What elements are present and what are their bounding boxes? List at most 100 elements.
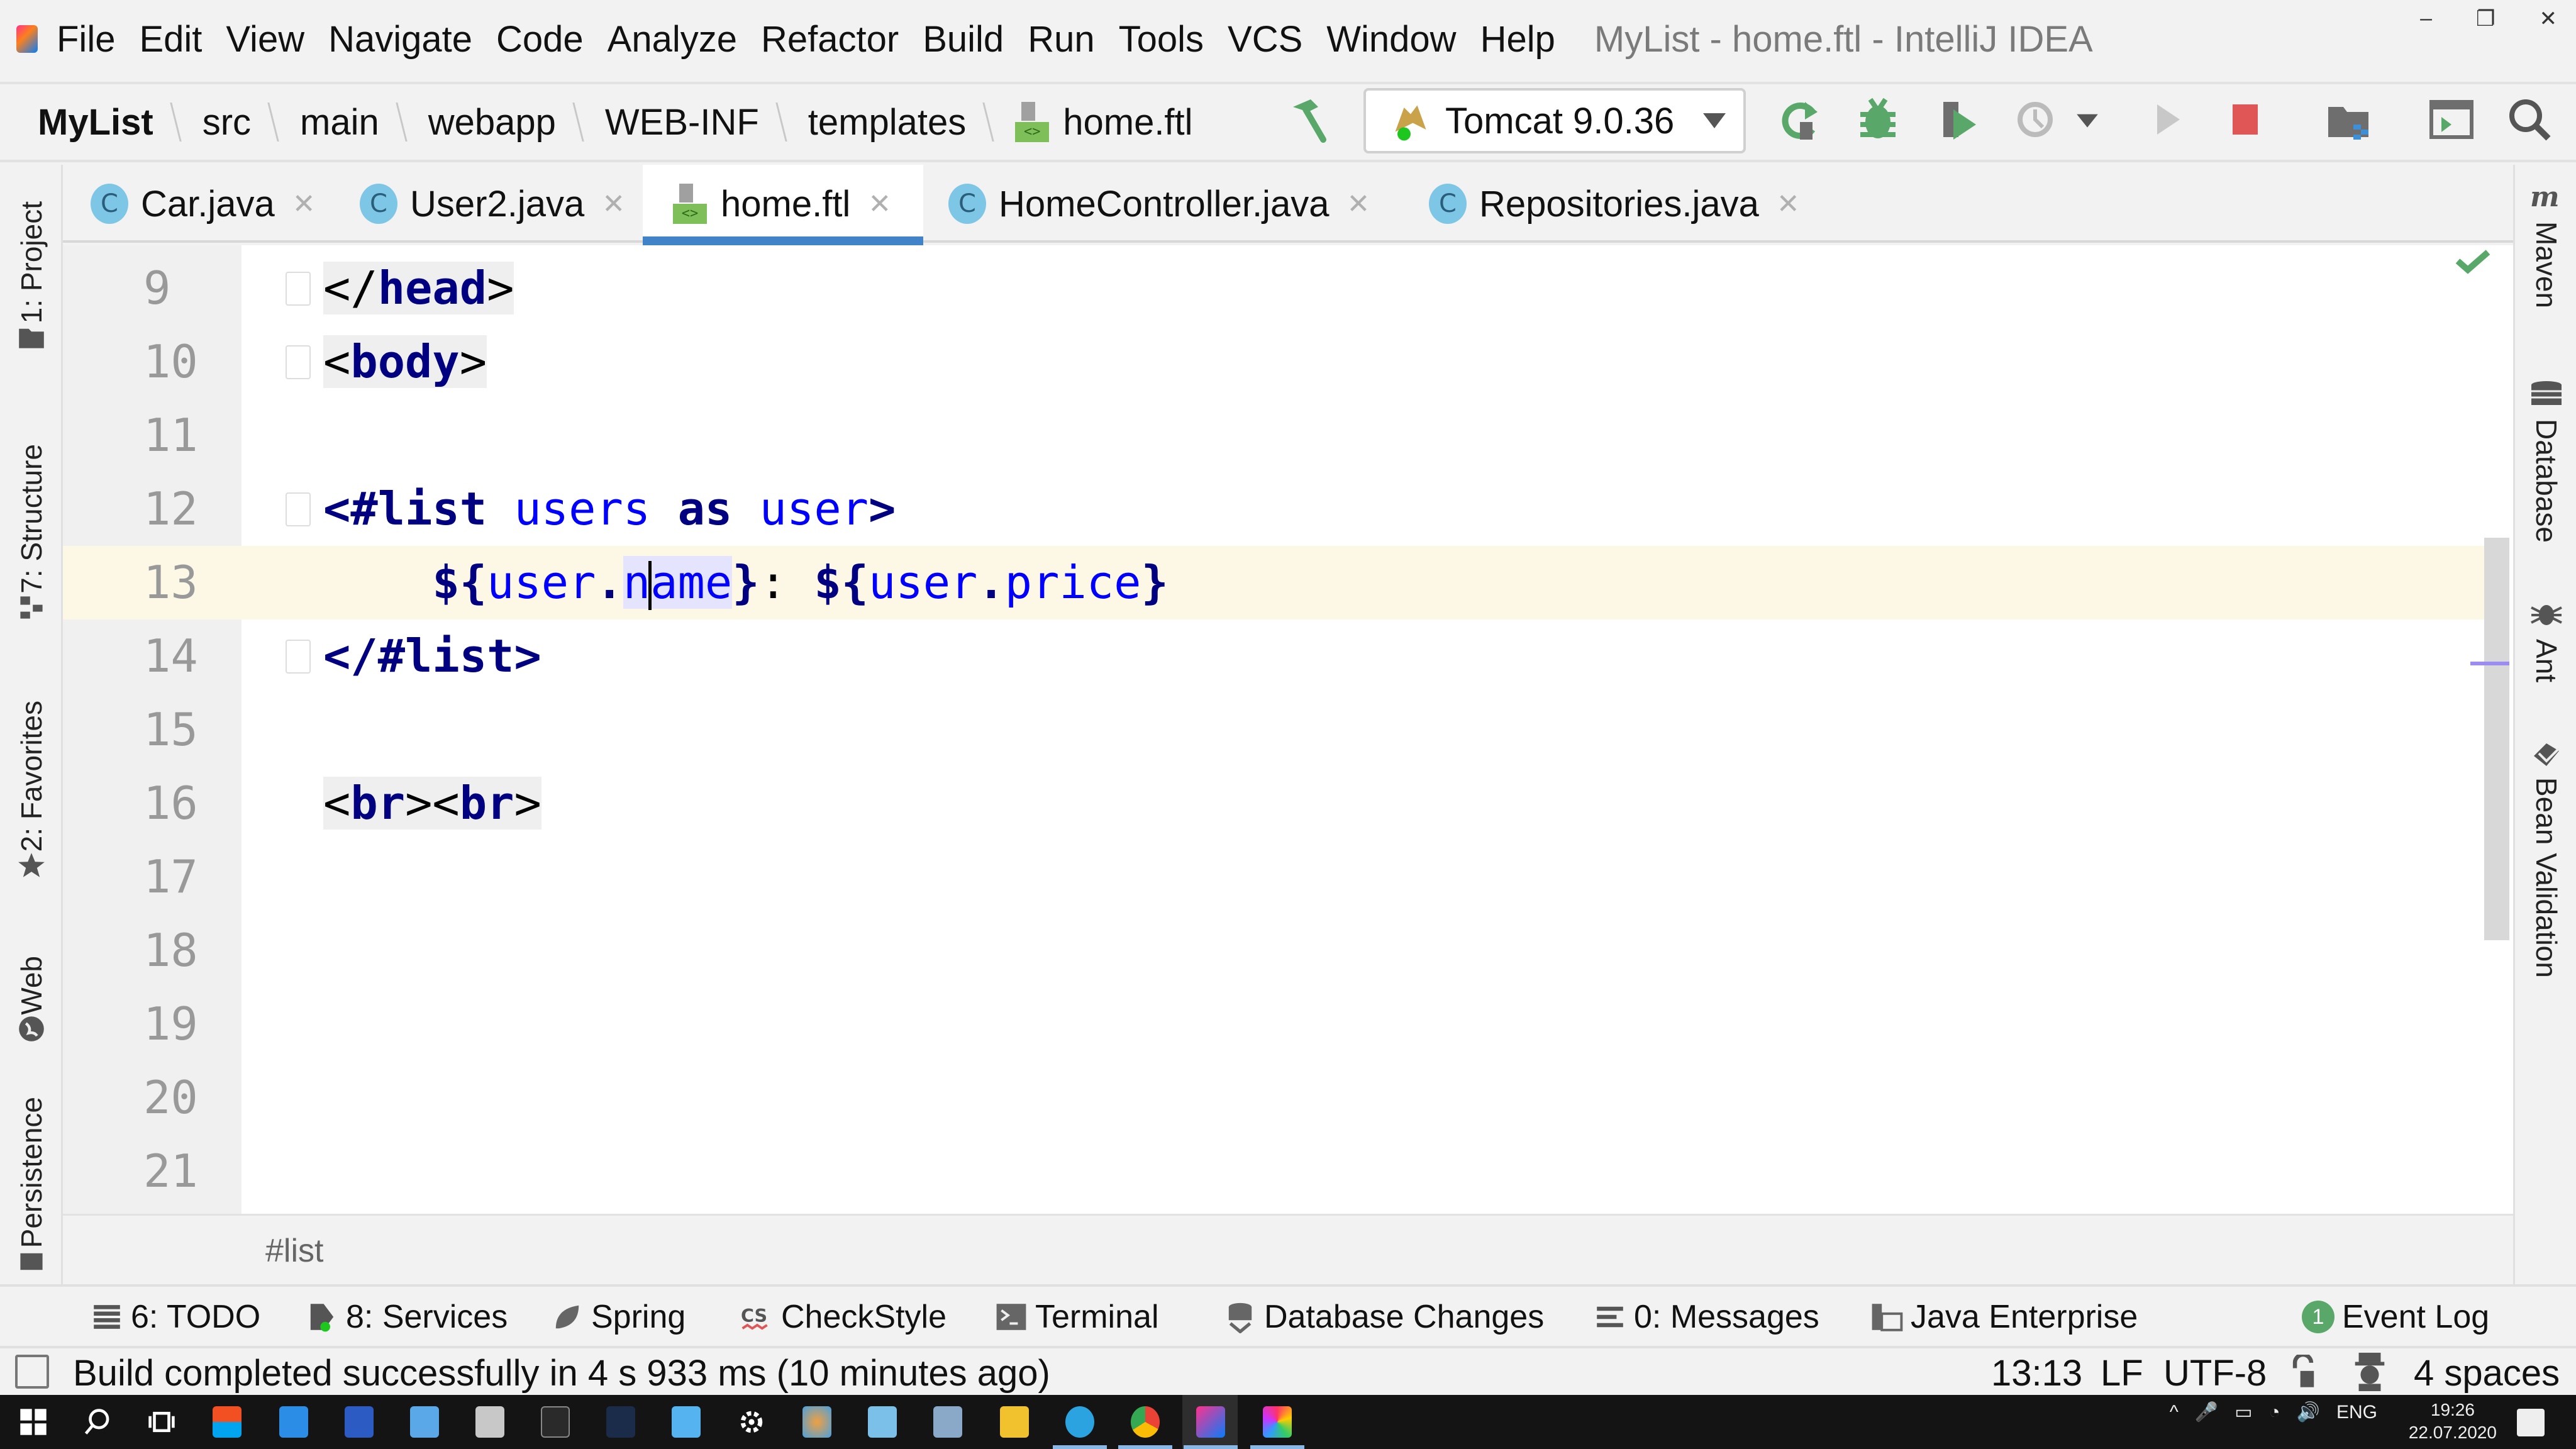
menu-help[interactable]: Help: [1480, 18, 1555, 60]
run-icon[interactable]: [2142, 93, 2192, 146]
run-configuration-dropdown[interactable]: Tomcat 9.0.36: [1363, 88, 1746, 153]
breadcrumb-main[interactable]: main: [300, 101, 379, 143]
toggle-tool-windows-icon[interactable]: [15, 1355, 49, 1389]
breadcrumb-web-inf[interactable]: WEB-INF: [605, 101, 759, 143]
mail-icon[interactable]: [279, 1406, 308, 1438]
menu-tools[interactable]: Tools: [1119, 18, 1204, 60]
debug-icon[interactable]: [1853, 93, 1903, 146]
remote-desktop-icon[interactable]: [410, 1406, 439, 1438]
tool-checkstyle[interactable]: CS CheckStyle: [741, 1298, 947, 1336]
task-view-icon[interactable]: [147, 1406, 176, 1438]
search-icon[interactable]: [83, 1406, 112, 1438]
terminal-window-icon[interactable]: [2426, 93, 2477, 146]
microphone-icon[interactable]: 🎤: [2195, 1401, 2218, 1423]
menu-navigate[interactable]: Navigate: [328, 18, 472, 60]
tool-terminal[interactable]: Terminal: [995, 1298, 1159, 1336]
tab-car-java[interactable]: C Car.java ✕: [91, 165, 316, 243]
project-structure-icon[interactable]: [2323, 93, 2373, 146]
menu-file[interactable]: File: [57, 18, 115, 60]
wifi-icon[interactable]: ◔: [2269, 1402, 2280, 1423]
tool-event-log[interactable]: 1 Event Log: [2302, 1298, 2489, 1336]
console-icon[interactable]: [541, 1406, 570, 1438]
tool-spring[interactable]: Spring: [551, 1298, 686, 1336]
file-explorer-icon[interactable]: [1000, 1406, 1029, 1438]
telegram-icon[interactable]: [1065, 1406, 1094, 1438]
tool-java-enterprise[interactable]: Java Enterprise: [1870, 1298, 2138, 1336]
close-icon[interactable]: ✕: [1777, 188, 1800, 220]
hammer-icon[interactable]: [1283, 94, 1333, 145]
tool-database-changes[interactable]: Database Changes: [1224, 1298, 1544, 1336]
indent-setting[interactable]: 4 spaces: [2414, 1352, 2560, 1394]
calculator-icon[interactable]: [933, 1406, 962, 1438]
tab-repositories-java[interactable]: C Repositories.java ✕: [1429, 165, 1800, 243]
tool-messages[interactable]: 0: Messages: [1594, 1298, 1819, 1336]
tool-services[interactable]: 8: Services: [306, 1298, 508, 1336]
breadcrumb-templates[interactable]: templates: [808, 101, 966, 143]
tool-web[interactable]: Web: [0, 932, 63, 1052]
battery-icon[interactable]: ▭: [2235, 1401, 2252, 1423]
tool-project[interactable]: 1: Project: [0, 184, 63, 360]
windows-start-icon[interactable]: [19, 1406, 48, 1438]
tool-persistence[interactable]: Persistence: [0, 1096, 63, 1284]
breadcrumb-file[interactable]: home.ftl: [1015, 101, 1193, 143]
restore-button[interactable]: ❐: [2476, 6, 2495, 31]
volume-icon[interactable]: 🔊: [2297, 1401, 2320, 1423]
menu-window[interactable]: Window: [1326, 18, 1456, 60]
coverage-icon[interactable]: [1933, 93, 1984, 146]
menu-refactor[interactable]: Refactor: [761, 18, 899, 60]
store-icon[interactable]: [213, 1406, 242, 1438]
tool-database[interactable]: Database: [2515, 379, 2576, 543]
tool-maven[interactable]: m Maven: [2515, 181, 2576, 308]
close-icon[interactable]: ✕: [602, 188, 625, 220]
powershell-icon[interactable]: [345, 1406, 374, 1438]
close-icon[interactable]: ✕: [868, 188, 891, 220]
tool-todo[interactable]: 6: TODO: [91, 1298, 260, 1336]
close-button[interactable]: ✕: [2540, 6, 2558, 31]
fold-marker-icon[interactable]: [286, 640, 311, 674]
line-separator[interactable]: LF: [2101, 1352, 2143, 1394]
clock[interactable]: 19:26 22.07.2020: [2409, 1399, 2497, 1444]
app-icon[interactable]: [475, 1406, 504, 1438]
vertical-scrollbar[interactable]: [2484, 538, 2509, 940]
tool-bean-validation[interactable]: Bean Validation: [2515, 737, 2576, 978]
menu-edit[interactable]: Edit: [139, 18, 202, 60]
status-message[interactable]: Build completed successfully in 4 s 933 …: [73, 1352, 1050, 1394]
chevron-down-icon[interactable]: [2072, 93, 2103, 146]
paint-icon[interactable]: [802, 1406, 831, 1438]
menu-view[interactable]: View: [226, 18, 304, 60]
menu-analyze[interactable]: Analyze: [608, 18, 737, 60]
tool-structure[interactable]: 7: Structure: [0, 410, 63, 630]
fold-marker-icon[interactable]: [286, 345, 311, 379]
tool-ant[interactable]: Ant: [2515, 599, 2576, 682]
profile-icon[interactable]: [2012, 93, 2063, 146]
inspector-icon[interactable]: [2351, 1351, 2389, 1391]
fold-marker-icon[interactable]: [286, 492, 311, 526]
monitor-icon[interactable]: [606, 1406, 635, 1438]
menu-vcs[interactable]: VCS: [1228, 18, 1302, 60]
rerun-icon[interactable]: [1775, 93, 1825, 146]
app-icon[interactable]: [868, 1406, 897, 1438]
chrome-icon[interactable]: [1131, 1406, 1160, 1438]
tab-user2-java[interactable]: C User2.java ✕: [360, 165, 625, 243]
intellij-icon[interactable]: [1196, 1406, 1225, 1438]
close-icon[interactable]: ✕: [292, 188, 316, 220]
minimize-button[interactable]: –: [2420, 6, 2432, 31]
search-icon[interactable]: [2504, 93, 2555, 146]
app-icon[interactable]: [672, 1406, 701, 1438]
lock-icon[interactable]: [2289, 1355, 2317, 1390]
caret-position[interactable]: 13:13: [1991, 1352, 2082, 1394]
tab-homecontroller-java[interactable]: C HomeController.java ✕: [948, 165, 1370, 243]
tab-home-ftl[interactable]: home.ftl ✕: [643, 165, 923, 245]
fold-marker-icon[interactable]: [286, 272, 311, 306]
settings-gear-icon[interactable]: [737, 1406, 766, 1438]
stop-icon[interactable]: [2220, 93, 2270, 146]
tool-favorites[interactable]: 2: Favorites: [0, 674, 63, 888]
language-indicator[interactable]: ENG: [2336, 1402, 2377, 1423]
menu-build[interactable]: Build: [923, 18, 1004, 60]
notifications-icon[interactable]: [2517, 1409, 2545, 1436]
breadcrumb-list[interactable]: #list: [265, 1232, 323, 1270]
breadcrumb-project[interactable]: MyList: [38, 101, 153, 143]
app-icon[interactable]: [1263, 1406, 1292, 1438]
breadcrumb-src[interactable]: src: [203, 101, 251, 143]
breadcrumb-webapp[interactable]: webapp: [428, 101, 556, 143]
